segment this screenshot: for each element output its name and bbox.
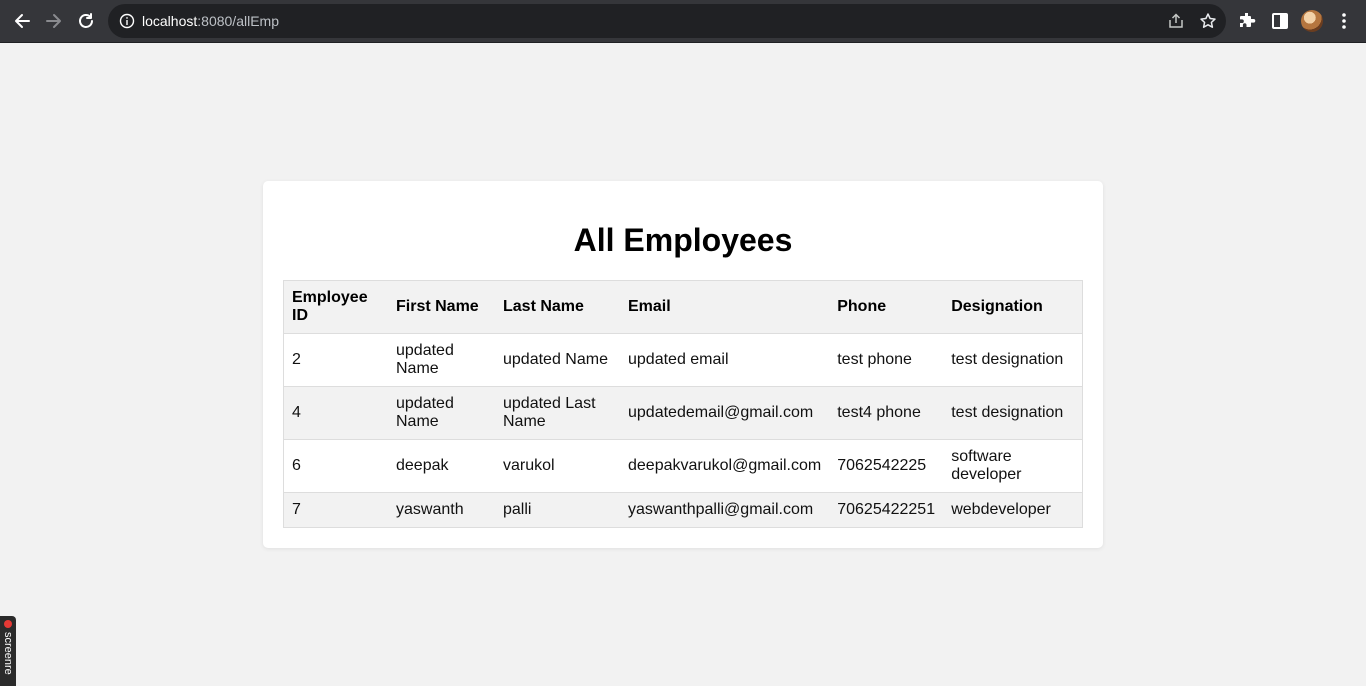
header-email: Email [620, 280, 830, 334]
reload-icon [79, 13, 93, 28]
forward-icon [46, 14, 61, 28]
page-title: All Employees [573, 222, 793, 258]
cell-employee-id: 2 [283, 333, 388, 387]
table-row: 6 deepak varukol deepakvarukol@gmail.com… [283, 439, 1083, 493]
cell-last-name: updated Name [495, 333, 620, 387]
employees-card: All Employees Employee ID First Name Las… [263, 181, 1103, 548]
cell-email: yaswanthpalli@gmail.com [620, 492, 830, 528]
employees-table: Employee ID First Name Last Name Email P… [283, 280, 1083, 528]
cell-first-name: deepak [388, 439, 495, 493]
table-row: 2 updated Name updated Name updated emai… [283, 333, 1083, 387]
cell-employee-id: 7 [283, 492, 388, 528]
cell-designation: test designation [943, 386, 1083, 440]
cell-designation: test designation [943, 333, 1083, 387]
cell-last-name: varukol [495, 439, 620, 493]
cell-employee-id: 6 [283, 439, 388, 493]
recorder-label: screenre [2, 632, 14, 675]
extensions-icon[interactable] [1237, 10, 1259, 32]
cell-email: updatedemail@gmail.com [620, 386, 830, 440]
cell-first-name: updated Name [388, 333, 495, 387]
browser-toolbar: localhost:8080/allEmp [0, 0, 1366, 43]
url-host: localhost [142, 13, 198, 29]
address-bar[interactable]: localhost:8080/allEmp [108, 4, 1226, 38]
back-icon [15, 14, 30, 28]
cell-phone: 7062542225 [829, 439, 944, 493]
star-icon[interactable] [1199, 12, 1217, 30]
cell-designation: software developer [943, 439, 1083, 493]
profile-avatar[interactable] [1301, 10, 1323, 32]
table-row: 7 yaswanth palli yaswanthpalli@gmail.com… [283, 492, 1083, 528]
record-icon [4, 620, 12, 628]
back-button[interactable] [10, 9, 34, 33]
header-last-name: Last Name [495, 280, 620, 334]
cell-email: deepakvarukol@gmail.com [620, 439, 830, 493]
cell-phone: test4 phone [829, 386, 944, 440]
cell-first-name: yaswanth [388, 492, 495, 528]
menu-icon[interactable] [1333, 10, 1355, 32]
table-header-row: Employee ID First Name Last Name Email P… [283, 280, 1083, 334]
sidebar-icon[interactable] [1269, 10, 1291, 32]
cell-phone: test phone [829, 333, 944, 387]
url-text[interactable]: localhost:8080/allEmp [142, 13, 279, 29]
url-path: :8080/allEmp [197, 13, 279, 29]
share-icon[interactable] [1167, 12, 1185, 30]
cell-last-name: palli [495, 492, 620, 528]
cell-employee-id: 4 [283, 386, 388, 440]
cell-phone: 70625422251 [829, 492, 944, 528]
cell-designation: webdeveloper [943, 492, 1083, 528]
reload-button[interactable] [74, 9, 98, 33]
header-first-name: First Name [388, 280, 495, 334]
forward-button[interactable] [42, 9, 66, 33]
cell-last-name: updated Last Name [495, 386, 620, 440]
header-employee-id: Employee ID [283, 280, 388, 334]
cell-email: updated email [620, 333, 830, 387]
info-icon[interactable] [119, 13, 135, 29]
screen-recorder-badge[interactable]: screenre [0, 616, 16, 686]
header-phone: Phone [829, 280, 944, 334]
cell-first-name: updated Name [388, 386, 495, 440]
header-designation: Designation [943, 280, 1083, 334]
table-row: 4 updated Name updated Last Name updated… [283, 386, 1083, 440]
